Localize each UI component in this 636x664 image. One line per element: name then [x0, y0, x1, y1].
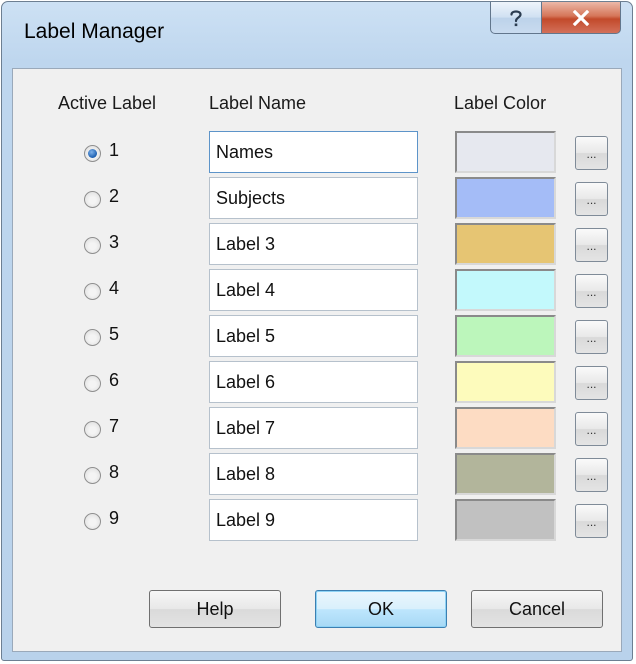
label-row-2: 2 ...: [13, 177, 621, 221]
label-row-4: 4 ...: [13, 269, 621, 313]
label-name-field-7[interactable]: [209, 407, 418, 449]
color-picker-button-3[interactable]: ...: [575, 228, 608, 262]
color-swatch-2: [455, 177, 556, 219]
label-row-6: 6 ...: [13, 361, 621, 405]
color-swatch-7: [455, 407, 556, 449]
color-swatch-6: [455, 361, 556, 403]
active-radio-7[interactable]: [84, 421, 101, 438]
label-name-field-6[interactable]: [209, 361, 418, 403]
label-name-field-2[interactable]: [209, 177, 418, 219]
header-active-label: Active Label: [58, 93, 157, 113]
label-row-8: 8 ...: [13, 453, 621, 497]
title-close-button[interactable]: [541, 2, 621, 34]
label-name-field-5[interactable]: [209, 315, 418, 357]
label-number-4: 4: [109, 278, 120, 298]
title-help-button[interactable]: [490, 2, 542, 34]
label-name-field-1[interactable]: [209, 131, 418, 173]
label-number-1: 1: [109, 140, 120, 160]
label-number-7: 7: [109, 416, 120, 436]
close-x-icon: [572, 9, 590, 26]
header-label-name: Label Name: [209, 93, 307, 113]
color-picker-button-2[interactable]: ...: [575, 182, 608, 216]
color-swatch-9: [455, 499, 556, 541]
dialog-body: Active Label Label Name Label Color 1 ..…: [12, 68, 622, 652]
label-name-field-8[interactable]: [209, 453, 418, 495]
label-number-6: 6: [109, 370, 120, 390]
color-swatch-4: [455, 269, 556, 311]
active-radio-9[interactable]: [84, 513, 101, 530]
color-swatch-5: [455, 315, 556, 357]
color-picker-button-1[interactable]: ...: [575, 136, 608, 170]
label-number-3: 3: [109, 232, 120, 252]
label-name-field-3[interactable]: [209, 223, 418, 265]
color-picker-button-4[interactable]: ...: [575, 274, 608, 308]
label-row-1: 1 ...: [13, 131, 621, 175]
label-row-5: 5 ...: [13, 315, 621, 359]
color-picker-button-7[interactable]: ...: [575, 412, 608, 446]
active-radio-8[interactable]: [84, 467, 101, 484]
color-picker-button-8[interactable]: ...: [575, 458, 608, 492]
cancel-button[interactable]: Cancel: [471, 590, 603, 628]
label-row-7: 7 ...: [13, 407, 621, 451]
label-name-field-9[interactable]: [209, 499, 418, 541]
label-number-8: 8: [109, 462, 120, 482]
label-row-3: 3 ...: [13, 223, 621, 267]
label-name-field-4[interactable]: [209, 269, 418, 311]
active-radio-4[interactable]: [84, 283, 101, 300]
color-swatch-3: [455, 223, 556, 265]
label-manager-dialog: Label Manager Active Label Label Name La…: [1, 1, 633, 661]
color-picker-button-5[interactable]: ...: [575, 320, 608, 354]
color-picker-button-6[interactable]: ...: [575, 366, 608, 400]
active-radio-3[interactable]: [84, 237, 101, 254]
label-number-9: 9: [109, 508, 120, 528]
active-radio-1[interactable]: [84, 145, 101, 162]
header-label-color: Label Color: [454, 93, 547, 113]
color-swatch-8: [455, 453, 556, 495]
active-radio-6[interactable]: [84, 375, 101, 392]
label-number-5: 5: [109, 324, 120, 344]
ok-button[interactable]: OK: [315, 590, 447, 628]
question-mark-icon: [510, 9, 522, 26]
active-radio-2[interactable]: [84, 191, 101, 208]
label-row-9: 9 ...: [13, 499, 621, 543]
color-picker-button-9[interactable]: ...: [575, 504, 608, 538]
title-bar[interactable]: Label Manager: [2, 2, 632, 66]
color-swatch-1: [455, 131, 556, 173]
label-number-2: 2: [109, 186, 120, 206]
window-title: Label Manager: [24, 20, 165, 43]
help-button[interactable]: Help: [149, 590, 281, 628]
active-radio-5[interactable]: [84, 329, 101, 346]
